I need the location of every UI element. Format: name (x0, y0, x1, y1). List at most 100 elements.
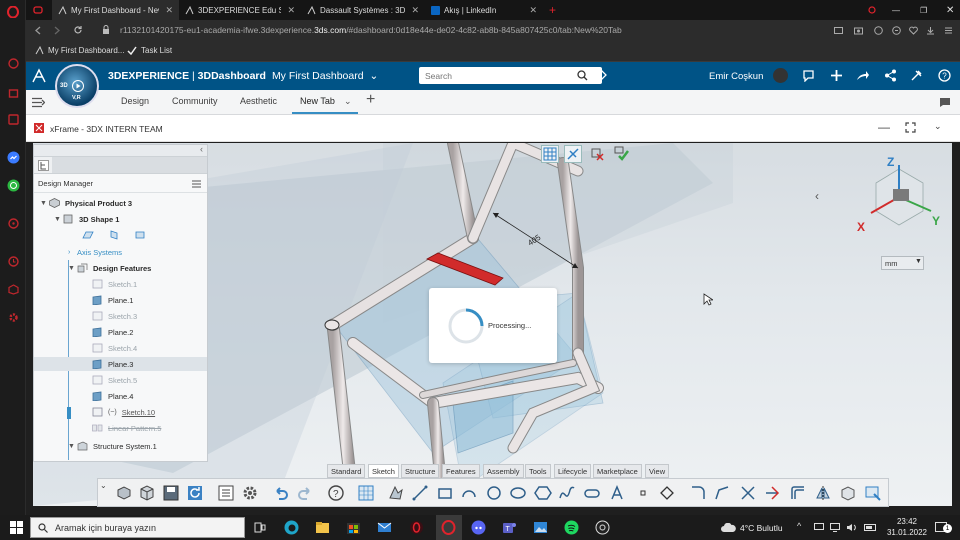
browser-tab-edu-space[interactable]: 3DEXPERIENCE Edu SPACE ✕ (179, 0, 301, 20)
close-tab-icon[interactable]: ✕ (411, 5, 419, 16)
camera-icon[interactable] (854, 26, 863, 35)
slot-icon[interactable] (583, 484, 601, 502)
box-icon[interactable] (6, 282, 20, 296)
bookmark-my-first-dashboard[interactable]: My First Dashboard... (35, 46, 124, 55)
share-speech-icon[interactable] (802, 69, 815, 82)
collapse-chevron-left-icon[interactable]: ‹ (815, 189, 819, 203)
action-bar-chevron-icon[interactable]: ⌄ (100, 481, 107, 490)
panel-menu-icon[interactable] (192, 180, 201, 188)
chamfer-icon[interactable] (713, 484, 731, 502)
collapse-arrow-icon[interactable]: ▼ (54, 216, 63, 223)
share-icon[interactable] (856, 69, 870, 82)
snapshot-icon[interactable] (834, 26, 843, 35)
tab-marketplace[interactable]: Marketplace (593, 464, 642, 478)
tree-tab-icon[interactable] (38, 160, 49, 171)
search-tabs-icon[interactable] (862, 0, 878, 20)
messenger-icon[interactable] (6, 150, 20, 164)
rectangle-icon[interactable] (436, 484, 454, 502)
close-tab-icon[interactable]: ✕ (287, 5, 295, 16)
crypto-wallet-icon[interactable] (892, 26, 901, 35)
mirror-icon[interactable] (814, 484, 832, 502)
easy-setup-icon[interactable] (944, 26, 953, 35)
tree-node-3d-shape[interactable]: ▼ 3D Shape 1 (54, 212, 119, 226)
tab-tools[interactable]: Tools (525, 464, 551, 478)
3d-compass[interactable]: 3D V,R (55, 64, 99, 108)
player-icon[interactable] (6, 112, 20, 126)
product-structure-icon[interactable] (115, 484, 133, 502)
axis-icon[interactable] (658, 484, 676, 502)
play-icon[interactable] (72, 80, 84, 92)
tree-node-sketch-1[interactable]: Sketch.1 (92, 277, 137, 291)
grid-view-icon[interactable] (541, 145, 559, 163)
weather-text[interactable]: 4°C Bulutlu (740, 523, 783, 533)
windows-start-icon[interactable] (10, 521, 23, 534)
clock-time[interactable]: 23:42 (890, 517, 924, 526)
tracker-blocker-icon[interactable] (874, 26, 883, 35)
tree-node-plane-2[interactable]: Plane.2 (92, 325, 133, 339)
minimize-window-icon[interactable]: — (886, 0, 906, 20)
3d-part-icon[interactable] (138, 484, 156, 502)
spline-icon[interactable] (558, 484, 576, 502)
tag-icon[interactable] (594, 69, 607, 82)
reload-icon[interactable] (73, 25, 83, 35)
widget-menu-chevron-icon[interactable]: ⌄ (934, 121, 942, 132)
tools-icon[interactable] (910, 69, 923, 82)
new-tab-button[interactable]: + (546, 0, 562, 20)
tree-node-design-features[interactable]: ▼ Design Features (68, 261, 151, 275)
tree-node-sketch-3[interactable]: Sketch.3 (92, 309, 137, 323)
taskbar-search-box[interactable]: Aramak için buraya yazın (30, 517, 245, 538)
url-text[interactable]: r1132101420175-eu1-academia-ifwe.3dexper… (120, 25, 622, 35)
dashboard-name[interactable]: My First Dashboard (272, 70, 364, 82)
help-circle-icon[interactable]: ? (327, 484, 345, 502)
tree-node-plane-1[interactable]: Plane.1 (92, 293, 133, 307)
edge-icon[interactable] (284, 520, 299, 535)
clock-icon[interactable] (6, 254, 20, 268)
tab-lifecycle[interactable]: Lifecycle (554, 464, 592, 478)
battery-icon[interactable] (864, 523, 878, 532)
search-input[interactable] (419, 67, 569, 84)
store-icon[interactable] (346, 520, 361, 535)
chevron-down-icon[interactable]: ⌄ (370, 70, 379, 82)
cancel-sketch-icon[interactable] (590, 147, 604, 161)
project-3d-icon[interactable] (864, 484, 882, 502)
tree-node-structure-system[interactable]: ▼ Structure System.1 (68, 439, 157, 453)
settings-gear-icon[interactable] (241, 484, 259, 502)
help-icon[interactable]: ? (938, 69, 951, 82)
tab-new-tab[interactable]: New Tab (300, 96, 335, 106)
point-icon[interactable] (634, 484, 652, 502)
exit-sketch-icon[interactable] (613, 145, 629, 161)
tab-community[interactable]: Community (172, 96, 218, 106)
zx-plane-icon[interactable] (134, 230, 146, 240)
tab-assembly[interactable]: Assembly (483, 464, 524, 478)
redo-icon[interactable] (296, 484, 314, 502)
text-icon[interactable] (608, 484, 626, 502)
discord-icon[interactable] (471, 520, 486, 535)
close-tab-icon[interactable]: ✕ (529, 5, 537, 16)
browser-tab-my-first-dashboard[interactable]: My First Dashboard - New ✕ (52, 0, 179, 20)
bookmark-heart-icon[interactable] (909, 26, 918, 35)
tree-node-sketch-10[interactable]: (~) Sketch.10 (92, 405, 155, 419)
tab-aesthetic[interactable]: Aesthetic (240, 96, 277, 106)
tree-node-sketch-4[interactable]: Sketch.4 (92, 341, 137, 355)
monitor-icon[interactable] (814, 523, 824, 532)
corner-icon[interactable] (689, 484, 707, 502)
speed-dial-icon[interactable] (6, 56, 20, 70)
clock-date[interactable]: 31.01.2022 (886, 528, 928, 537)
add-tab-button[interactable]: + (366, 91, 375, 109)
tab-structure[interactable]: Structure (401, 464, 440, 478)
widget-minimize-icon[interactable]: — (878, 120, 890, 134)
collapse-arrow-icon[interactable]: ▼ (68, 265, 77, 272)
photos-icon[interactable] (533, 520, 548, 535)
quick-trim-icon[interactable] (763, 484, 781, 502)
avatar[interactable] (773, 68, 788, 83)
tab-view[interactable]: View (645, 464, 670, 478)
xy-plane-icon[interactable] (82, 230, 94, 240)
tree-node-sketch-5[interactable]: Sketch.5 (92, 373, 137, 387)
teams-icon[interactable]: T (502, 520, 517, 535)
network-icon[interactable] (884, 69, 897, 82)
show-hidden-icons-chevron-icon[interactable]: ^ (797, 521, 801, 531)
arc-icon[interactable] (460, 484, 478, 502)
tree-node-axis-systems[interactable]: › Axis Systems (68, 245, 122, 259)
expand-arrow-icon[interactable]: › (68, 249, 77, 256)
collapse-panel-icon[interactable]: ‹ (200, 145, 203, 154)
